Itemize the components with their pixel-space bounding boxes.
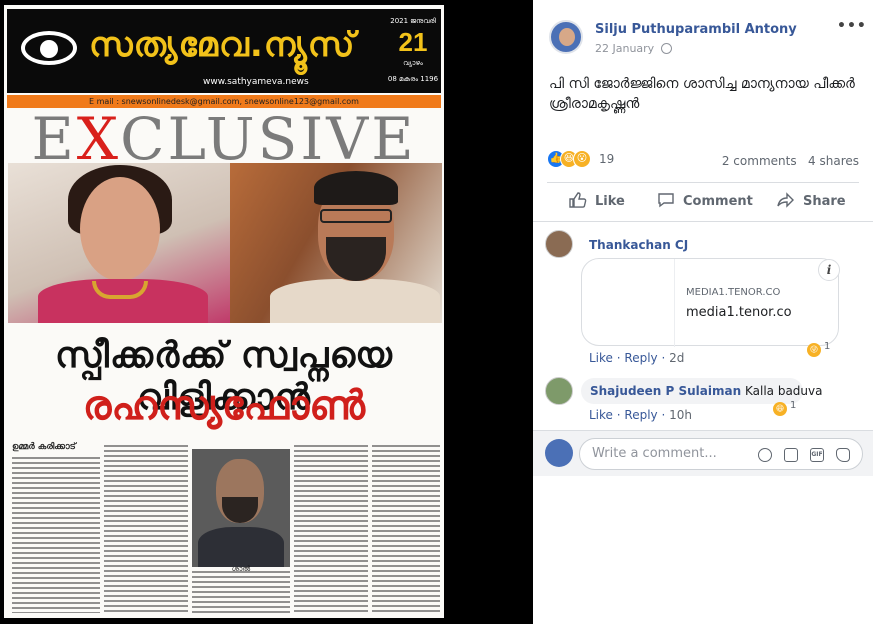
haha-reaction-icon: 😆 [773, 402, 787, 416]
comment-actions: Like · Reply · 2d [589, 351, 685, 365]
comment-reaction-count: 1 [824, 341, 831, 352]
emoji-icon[interactable] [758, 448, 772, 462]
masthead-title: സത്യമേവ.ന്യൂസ് [89, 25, 356, 65]
comment-reaction-badge[interactable]: 😆 1 [773, 400, 796, 416]
link-domain: MEDIA1.TENOR.CO [686, 287, 781, 298]
like-label: Like [595, 194, 625, 209]
woman-photo [8, 163, 230, 323]
article-column [372, 445, 440, 613]
globe-icon [661, 43, 672, 54]
haha-reaction-icon: 😜 [807, 343, 821, 357]
comment-like-link[interactable]: Like [589, 408, 613, 422]
inset-caption: ശാൽ [231, 565, 251, 573]
share-button[interactable]: Share [777, 192, 846, 214]
article-column [294, 445, 368, 613]
shares-count-link[interactable]: 4 shares [808, 154, 859, 168]
viewer-avatar [545, 439, 573, 467]
photo-hair [314, 171, 398, 205]
comments-count-link[interactable]: 2 comments [722, 154, 797, 168]
comment-composer: Write a comment... GIF [533, 430, 873, 476]
comment-timestamp[interactable]: 10h [669, 408, 692, 422]
commenter-name[interactable]: Shajudeen P Sulaiman [590, 384, 741, 398]
photo-face [80, 177, 160, 281]
comment-text: Kalla baduva [744, 384, 823, 398]
comment-reaction-count: 1 [790, 400, 797, 411]
comment-reply-link[interactable]: Reply [624, 351, 657, 365]
article-byline: ഉമ്മർ കരിക്കാട് [12, 442, 76, 452]
newspaper-image: സത്യമേവ.ന്യൂസ് www.sathyameva.news 2021 … [4, 5, 444, 618]
photo-glasses [320, 209, 392, 223]
divider [547, 182, 859, 183]
newspaper-masthead: സത്യമേവ.ന്യൂസ് www.sathyameva.news 2021 … [7, 9, 441, 93]
gif-icon[interactable]: GIF [810, 448, 824, 462]
comment-actions: Like · Reply · 10h [589, 408, 692, 422]
comment-icon [658, 193, 674, 208]
commenter-avatar[interactable] [545, 230, 573, 258]
share-arrow-icon [777, 192, 794, 208]
inset-shirt [198, 527, 284, 567]
link-preview-card[interactable]: MEDIA1.TENOR.CO media1.tenor.co i [581, 258, 840, 347]
headline-secondary: രഹസ്യഫോൺ [82, 383, 366, 429]
engagement-counts: 2 comments 4 shares [722, 154, 859, 168]
more-options-icon[interactable]: ••• [837, 18, 867, 34]
info-icon[interactable]: i [818, 259, 840, 281]
camera-icon[interactable] [784, 448, 798, 462]
comment-timestamp[interactable]: 2d [669, 351, 684, 365]
commenter-name[interactable]: Thankachan CJ [589, 238, 688, 252]
masthead-date-year: 2021 ജനുവരി [390, 17, 436, 25]
like-button[interactable]: Like [569, 192, 625, 214]
comment-input-placeholder: Write a comment... [592, 446, 717, 461]
post-date[interactable]: 22 January [595, 42, 654, 55]
article-column [192, 571, 290, 613]
share-label: Share [803, 194, 846, 209]
comment-reaction-badge[interactable]: 😜 1 [807, 341, 830, 357]
comment-input[interactable]: Write a comment... GIF [579, 438, 863, 470]
photo-shirt [270, 279, 440, 323]
author-avatar[interactable] [549, 20, 583, 54]
comment-label: Comment [683, 194, 753, 209]
masthead-date-day: 21 [398, 27, 428, 57]
link-thumb-divider [674, 259, 675, 347]
post-text: പി സി ജോർജ്ജിനെ ശാസിച്ച മാന്യനായ പീക്കർ … [549, 76, 855, 112]
commenter-avatar[interactable] [545, 377, 573, 405]
comment-like-link[interactable]: Like [589, 351, 613, 365]
comment-bubble: Shajudeen P Sulaiman Kalla baduva [581, 378, 822, 404]
sticker-icon[interactable] [836, 448, 850, 462]
post-sidebar: Silju Puthuparambil Antony 22 January ••… [533, 0, 873, 624]
comment-reply-link[interactable]: Reply [624, 408, 657, 422]
thumbs-up-icon [569, 192, 587, 208]
comment-button[interactable]: Comment [657, 192, 753, 214]
divider [533, 221, 873, 222]
article-column [104, 445, 188, 613]
masthead-era-date: 08 മകരം 1196 [387, 75, 439, 83]
masthead-weekday: വ്യാഴം [403, 59, 423, 67]
reaction-count: 19 [599, 152, 615, 166]
masthead-url: www.sathyameva.news [203, 77, 309, 87]
eye-logo-icon [21, 31, 77, 65]
post-author[interactable]: Silju Puthuparambil Antony [595, 22, 797, 37]
link-title[interactable]: media1.tenor.co [686, 305, 792, 320]
wow-reaction-icon: 😮 [573, 150, 591, 168]
inset-photo: ശാൽ [192, 449, 290, 573]
photo-viewer: സത്യമേവ.ന്യൂസ് www.sathyameva.news 2021 … [0, 0, 533, 624]
article-column [12, 457, 100, 613]
man-photo [230, 163, 442, 323]
